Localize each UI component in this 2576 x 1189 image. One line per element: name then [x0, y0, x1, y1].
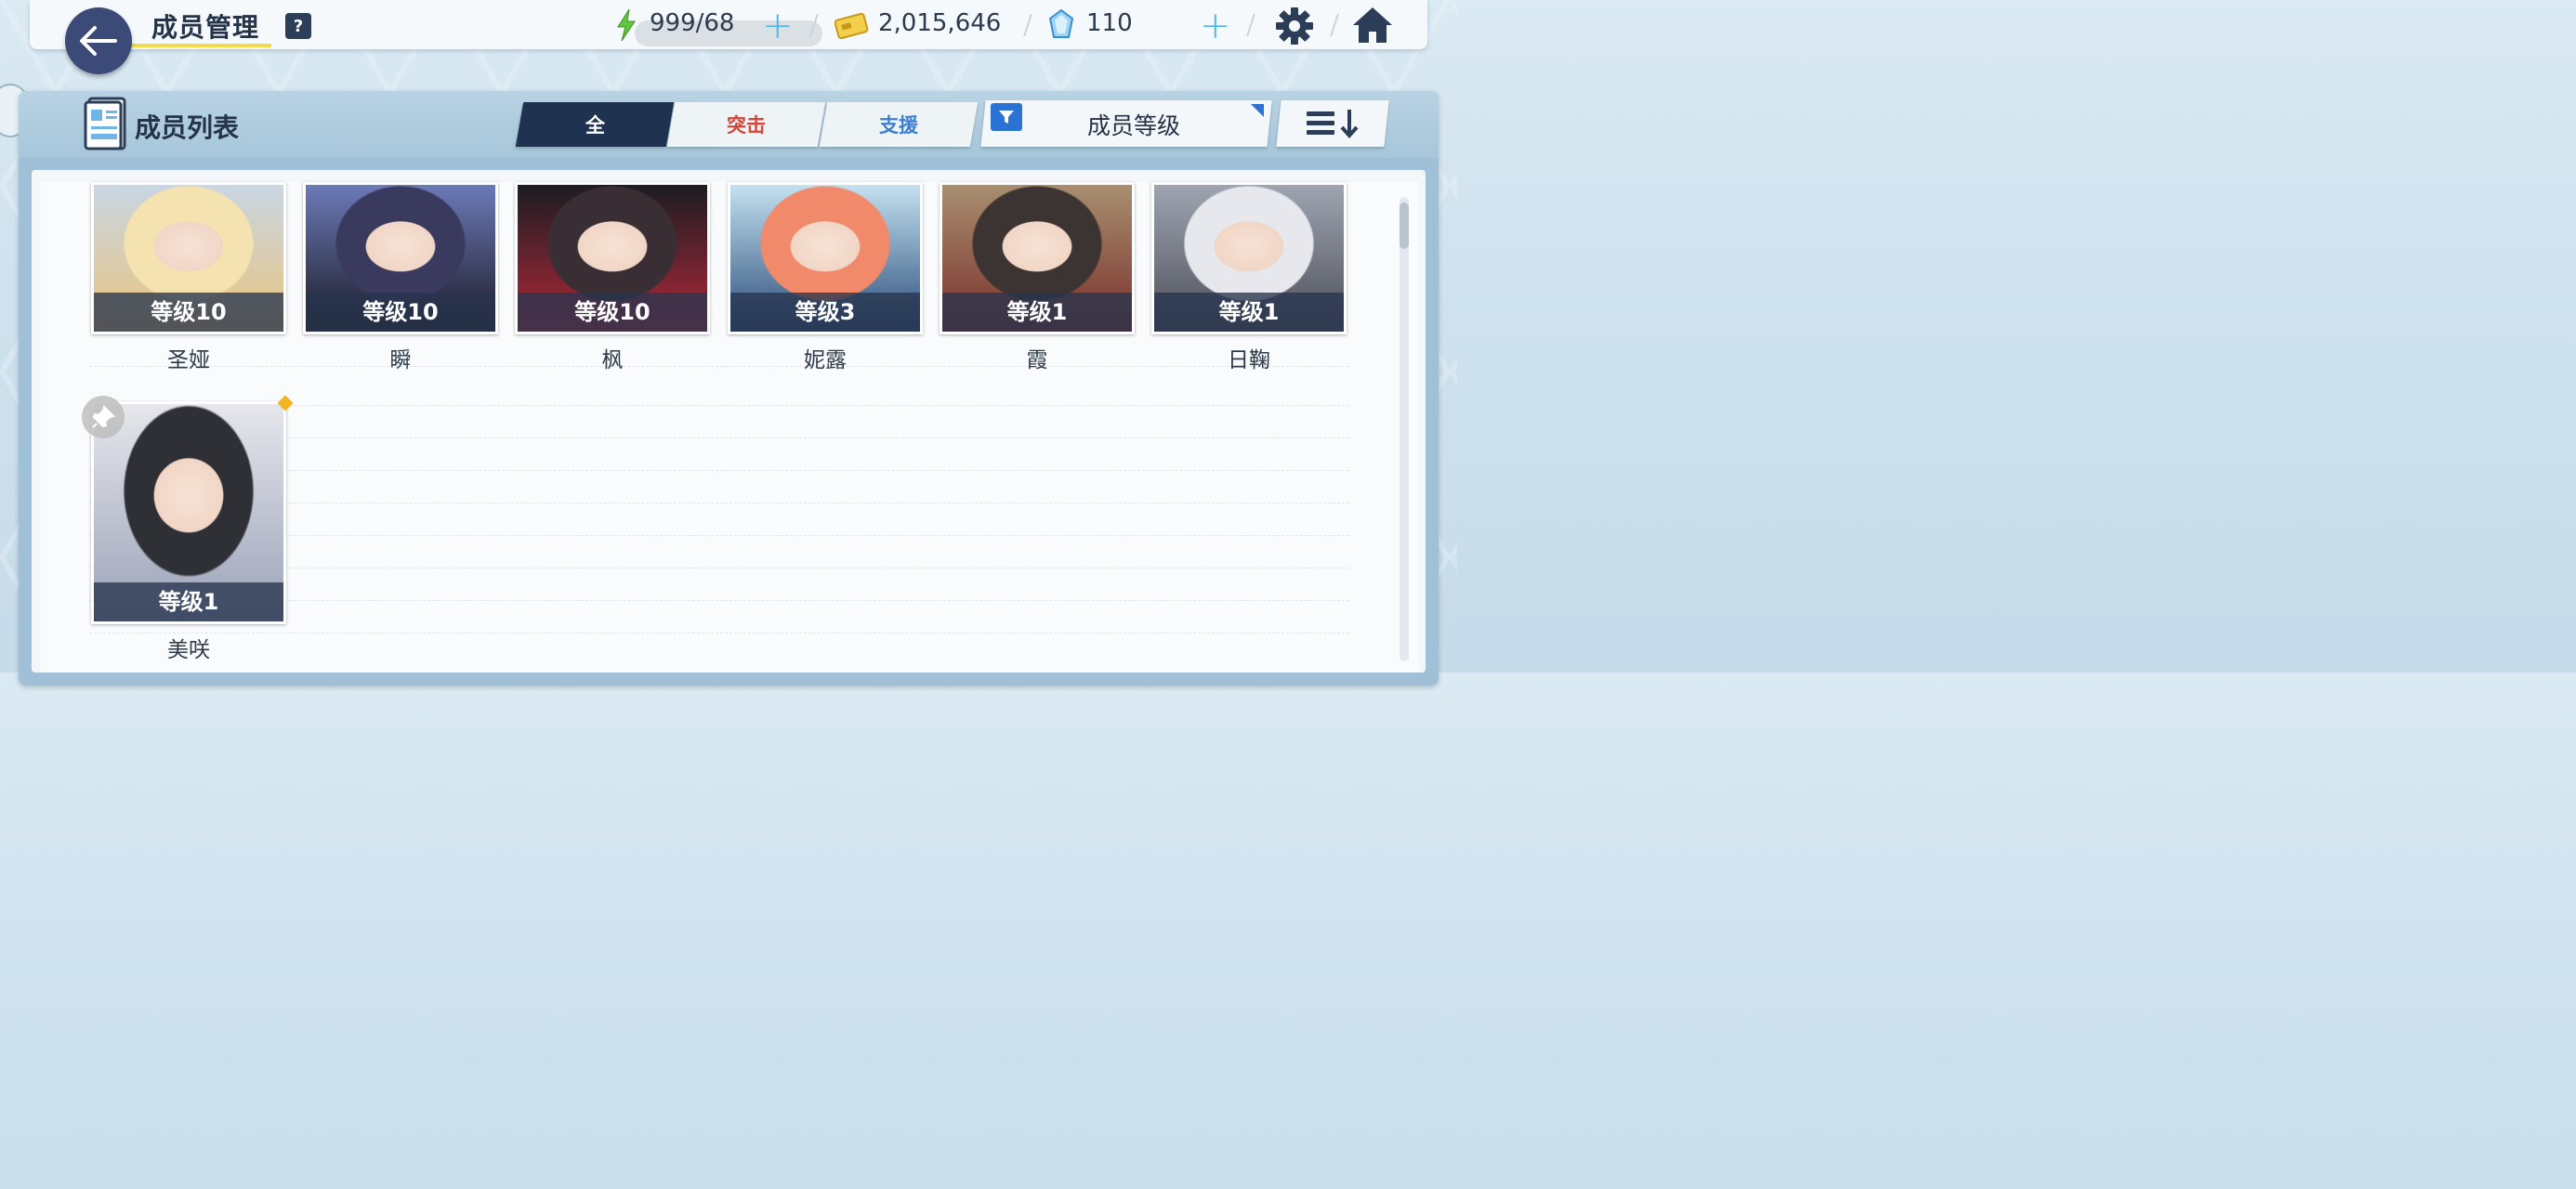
- sort-descending-icon: [1307, 110, 1359, 139]
- member-level: 等级1: [1154, 293, 1344, 332]
- member-card[interactable]: 等级10: [515, 182, 710, 334]
- member-card[interactable]: 等级10: [91, 182, 286, 334]
- member-level: 等级1: [942, 293, 1132, 332]
- tab-support[interactable]: 支援: [819, 102, 979, 147]
- credit-value: 2,015,646: [878, 9, 1002, 37]
- member-name: 瞬: [389, 348, 412, 372]
- member-name: 美咲: [167, 638, 210, 662]
- member-name: 圣娅: [167, 348, 210, 372]
- title-underline: [130, 44, 271, 47]
- gem-value: 110: [1086, 9, 1133, 37]
- help-button[interactable]: ?: [285, 13, 311, 39]
- member-name: 妮露: [804, 348, 847, 372]
- member-level: 等级10: [518, 293, 707, 332]
- filter-icon: [991, 103, 1022, 131]
- lightning-icon: [617, 9, 636, 41]
- gem-icon: [1048, 9, 1074, 38]
- member-list-icon: [84, 97, 126, 150]
- member-card[interactable]: 等级1: [1151, 182, 1347, 334]
- sort-order-button[interactable]: [1276, 100, 1389, 147]
- member-card[interactable]: 等级3: [728, 182, 923, 334]
- member-level: 等级10: [94, 293, 283, 332]
- member-name: 枫: [601, 348, 624, 372]
- member-level: 等级3: [730, 293, 920, 332]
- member-level: 等级1: [94, 582, 283, 621]
- back-button[interactable]: [65, 7, 132, 74]
- tab-strike[interactable]: 突击: [666, 102, 826, 147]
- member-card[interactable]: 等级10: [303, 182, 498, 334]
- scrollbar[interactable]: [1400, 197, 1409, 661]
- home-icon[interactable]: [1351, 6, 1394, 45]
- tab-all-label: 全: [585, 114, 605, 137]
- tab-support-label: 支援: [879, 114, 918, 137]
- credit-icon: [835, 12, 869, 39]
- member-name: 霞: [1026, 348, 1048, 372]
- member-name: 日鞠: [1228, 348, 1270, 372]
- add-ap-button[interactable]: +: [762, 7, 794, 45]
- arrow-left-icon: [80, 26, 117, 56]
- member-list-title: 成员列表: [135, 112, 240, 143]
- page-title: 成员管理: [151, 12, 260, 43]
- add-gem-button[interactable]: +: [1200, 7, 1231, 45]
- scrollbar-thumb[interactable]: [1400, 203, 1409, 249]
- filter-label: 成员等级: [1086, 112, 1180, 139]
- member-level: 等级10: [306, 293, 495, 332]
- ap-value: 999/68: [650, 9, 735, 37]
- member-card[interactable]: 等级1: [940, 182, 1135, 334]
- tab-strike-label: 突击: [727, 114, 766, 137]
- dropdown-corner-icon: [1251, 104, 1264, 117]
- member-card[interactable]: 等级1: [91, 401, 286, 624]
- gear-icon[interactable]: [1275, 7, 1314, 46]
- tab-all[interactable]: 全: [515, 102, 675, 147]
- pin-icon[interactable]: [82, 396, 125, 438]
